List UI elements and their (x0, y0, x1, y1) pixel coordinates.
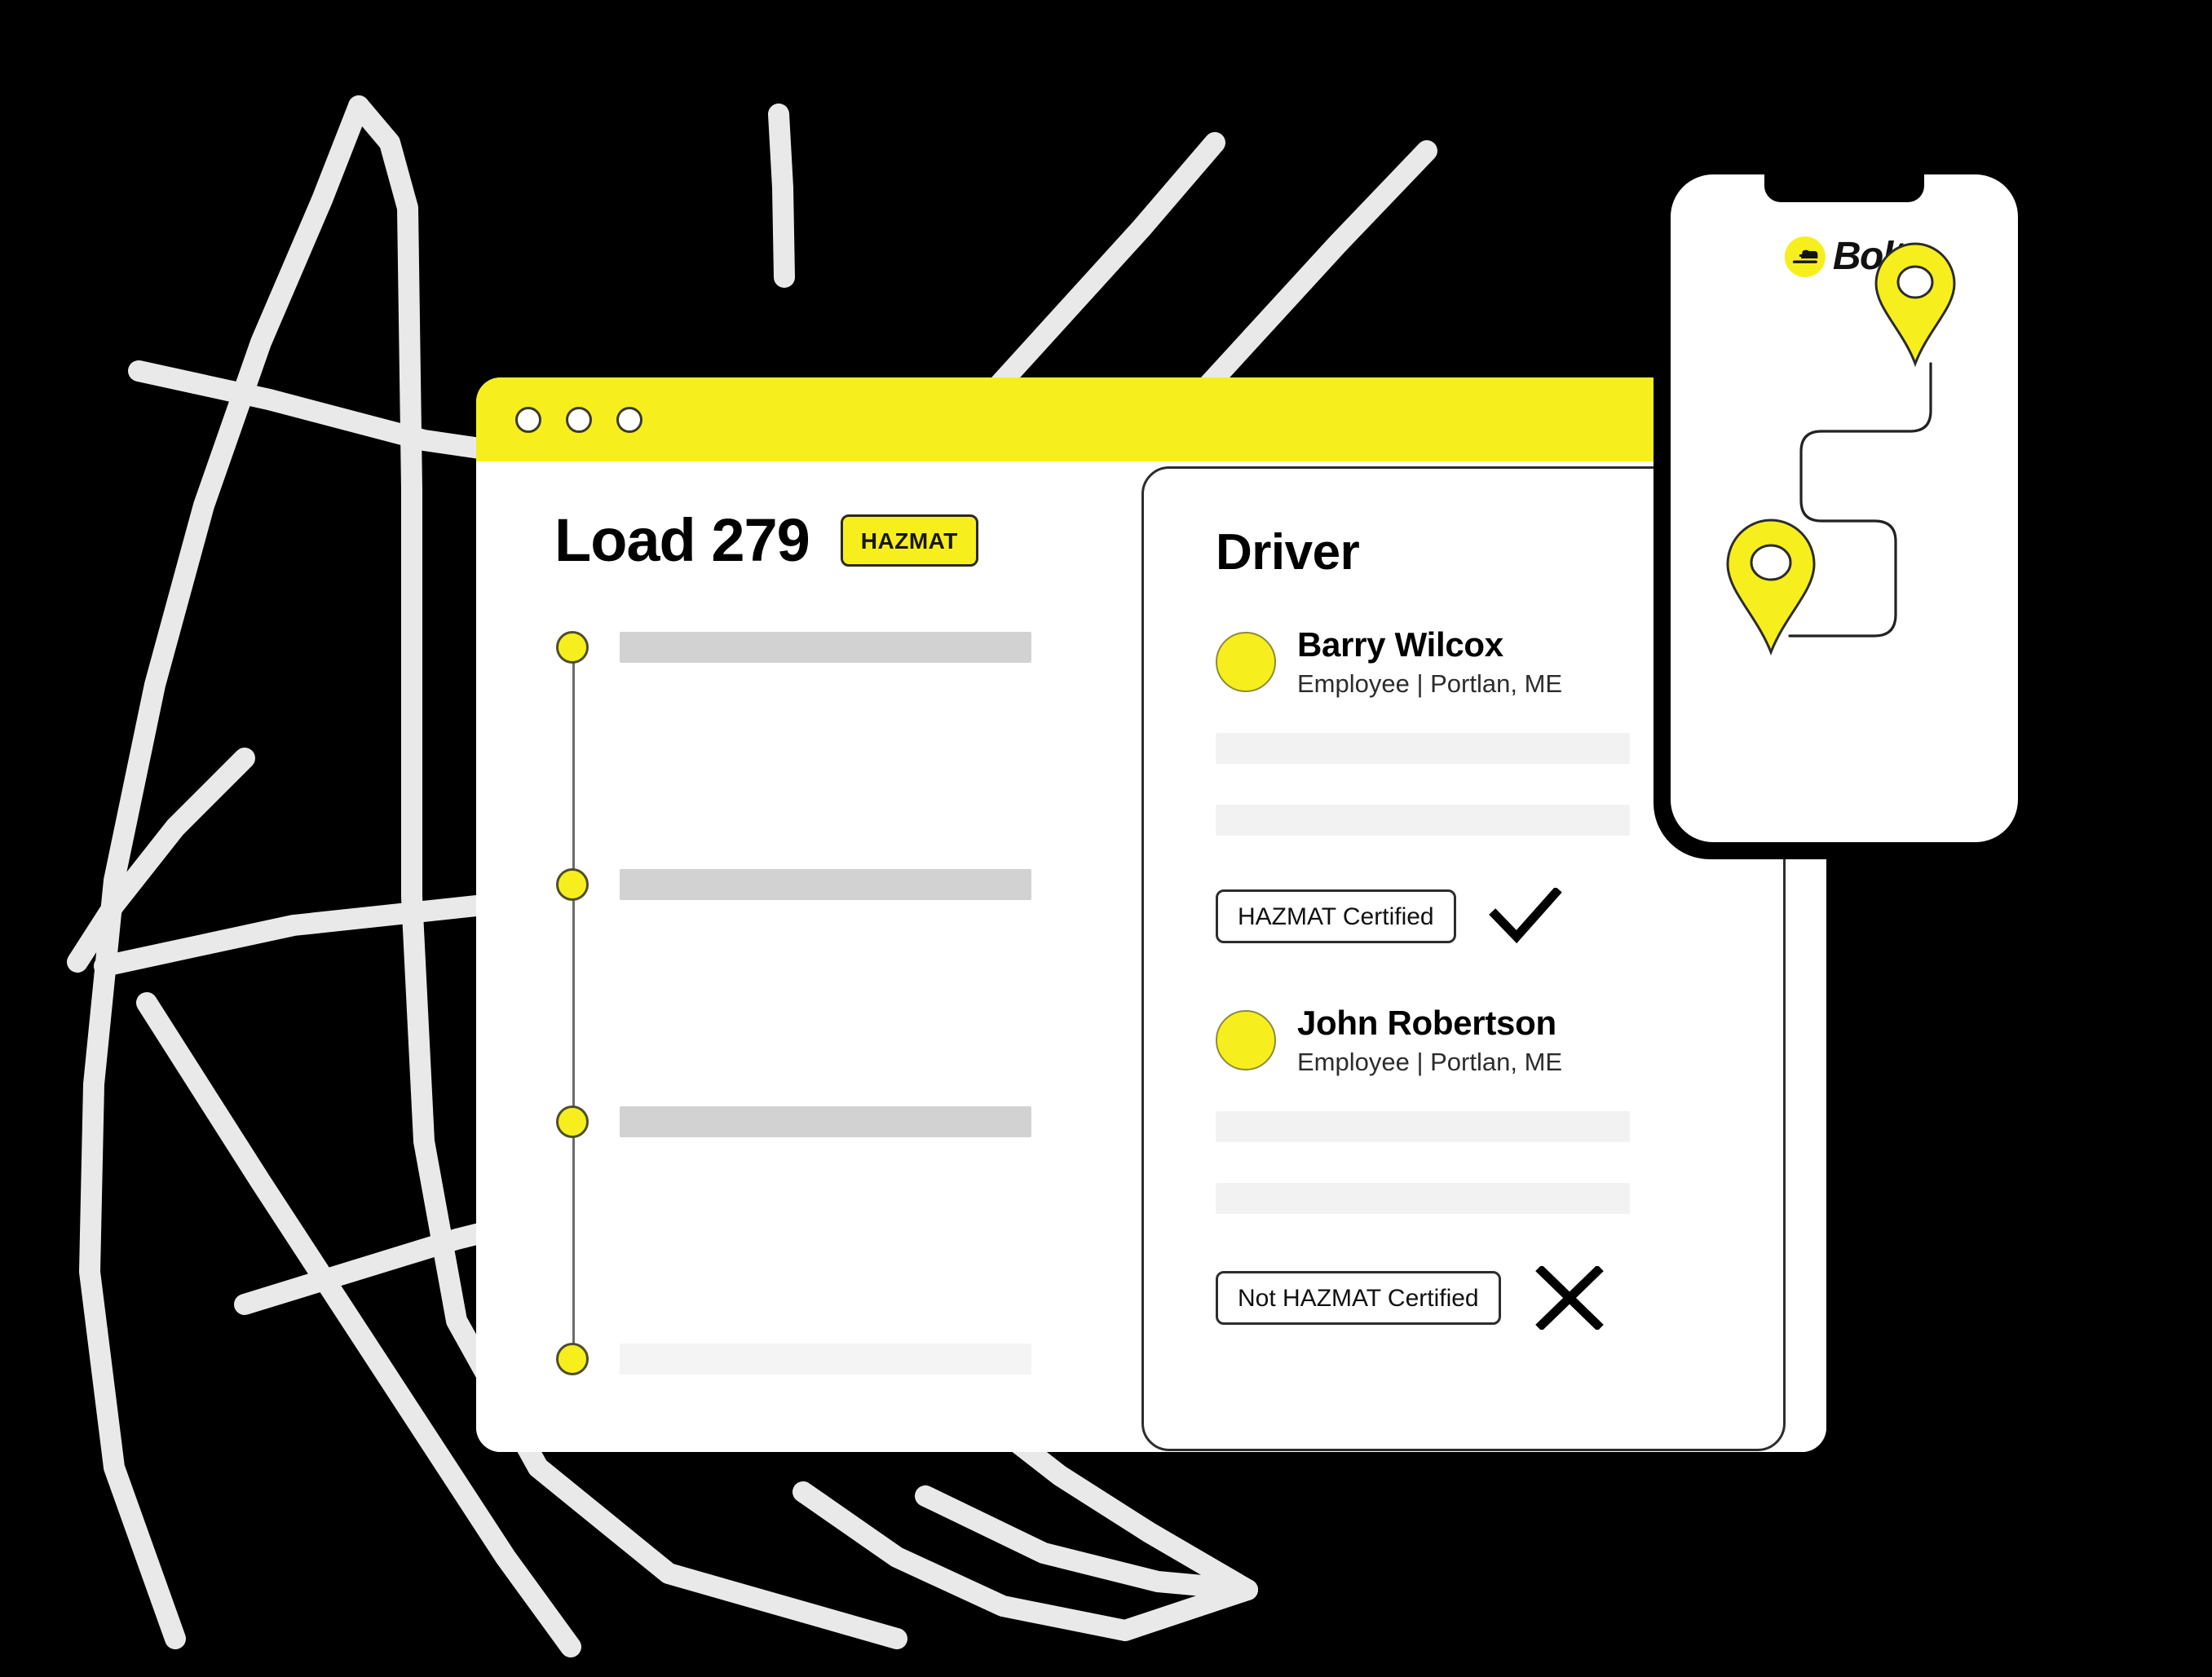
avatar (1216, 632, 1276, 693)
maximize-dot[interactable] (616, 406, 642, 433)
driver-detail-placeholder (1216, 733, 1630, 765)
stop-dot[interactable] (556, 1343, 589, 1375)
phone-mockup: Bolt (1656, 160, 2033, 857)
timeline-connector (572, 647, 575, 1350)
avatar (1216, 1010, 1276, 1071)
timeline-row (554, 1101, 1141, 1143)
stop-dot[interactable] (556, 868, 589, 901)
origin-pin (1726, 519, 1816, 656)
driver-detail-placeholder (1216, 1111, 1630, 1143)
window-titlebar (476, 377, 1826, 461)
stop-placeholder-bar (620, 1344, 1031, 1375)
driver-meta: Employee | Portlan, ME (1297, 1048, 1563, 1077)
stop-placeholder-bar (620, 632, 1031, 663)
certification-badge[interactable]: Not HAZMAT Certified (1216, 1271, 1501, 1326)
certification-row: HAZMAT Certified (1216, 888, 1783, 945)
load-header: Load 279 HAZMAT (554, 510, 1141, 571)
illustration-canvas: Load 279 HAZMAT Driver Barry Wilcox Empl… (0, 0, 2212, 1677)
close-dot[interactable] (515, 406, 541, 433)
minimize-dot[interactable] (566, 406, 592, 433)
driver-entry[interactable]: John Robertson Employee | Portlan, ME (1216, 1004, 1783, 1077)
driver-name: Barry Wilcox (1297, 625, 1503, 664)
check-icon (1488, 888, 1562, 944)
certification-row: Not HAZMAT Certified (1216, 1266, 1783, 1331)
phone-route-map (1726, 242, 1956, 656)
phone-screen: Bolt (1671, 174, 2018, 842)
close-x-icon (1534, 1266, 1604, 1331)
stop-dot[interactable] (556, 631, 589, 664)
driver-meta: Employee | Portlan, ME (1297, 669, 1563, 699)
stop-placeholder-bar (620, 1106, 1031, 1137)
certification-badge[interactable]: HAZMAT Certified (1216, 889, 1456, 944)
timeline-row (554, 626, 1141, 669)
load-panel: Load 279 HAZMAT (554, 510, 1141, 1380)
driver-name: John Robertson (1297, 1004, 1556, 1043)
timeline-row (554, 1338, 1141, 1380)
timeline-row (554, 863, 1141, 906)
stop-placeholder-bar (620, 869, 1031, 900)
hazmat-badge: HAZMAT (840, 514, 978, 567)
stop-dot[interactable] (556, 1105, 589, 1138)
page-title: Load 279 (554, 506, 810, 574)
driver-detail-placeholder (1216, 805, 1630, 836)
destination-pin (1874, 242, 1956, 368)
load-stop-timeline (554, 626, 1141, 1380)
driver-detail-placeholder (1216, 1183, 1630, 1215)
